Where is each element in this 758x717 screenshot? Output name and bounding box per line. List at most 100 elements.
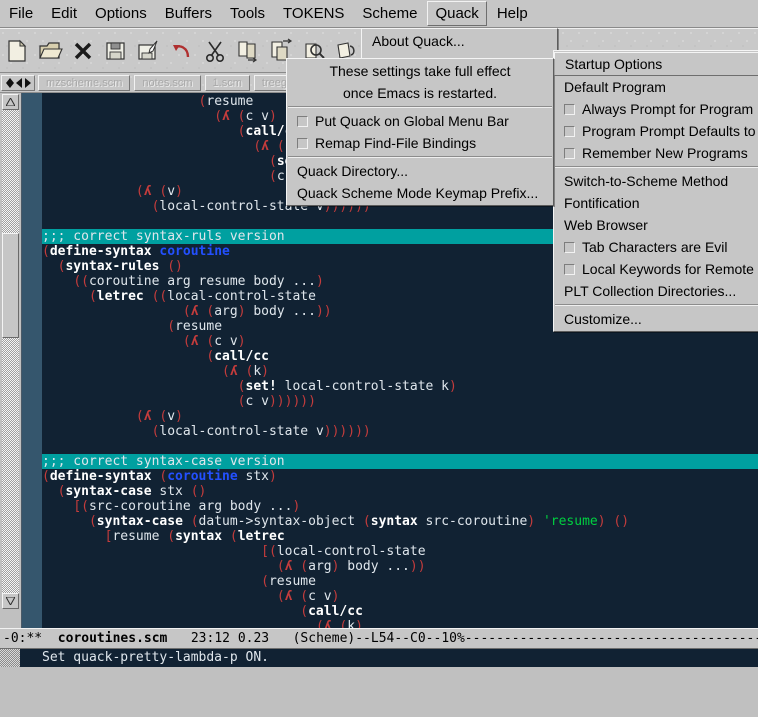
menu-item-label: Local Keywords for Remote N (582, 258, 758, 280)
tab-notes[interactable]: notes.scm (134, 75, 200, 91)
menu-item-label: Quack Scheme Mode Keymap Prefix... (297, 182, 538, 204)
menu-scheme[interactable]: Scheme (354, 1, 425, 26)
checkbox-icon[interactable] (564, 126, 575, 137)
menu-item-label: Default Program (564, 76, 666, 98)
menu-separator (555, 304, 758, 306)
code-line: [(local-control-state (42, 544, 758, 559)
menu-item-put-quack-on-global-menu-bar[interactable]: Put Quack on Global Menu Bar (287, 110, 553, 132)
menu-item-local-keywords-remote[interactable]: Local Keywords for Remote N (554, 258, 758, 280)
tab-drag-handle-icon (5, 78, 15, 88)
menu-item-always-prompt-for-program[interactable]: Always Prompt for Program (554, 98, 758, 120)
menu-file[interactable]: File (1, 1, 41, 26)
close-file-icon[interactable] (66, 32, 99, 70)
checkbox-icon[interactable] (564, 264, 575, 275)
save-icon[interactable] (99, 32, 132, 70)
new-file-icon[interactable] (0, 32, 33, 70)
settings-note-line-2: once Emacs is restarted. (287, 82, 553, 104)
menu-item-label: Always Prompt for Program (582, 98, 753, 120)
menu-item-fontification[interactable]: Fontification (554, 192, 758, 214)
code-line: (local-control-state v)))))) (42, 424, 758, 439)
menu-separator (555, 166, 758, 168)
menu-item-switch-to-scheme-method[interactable]: Switch-to-Scheme Method (554, 170, 758, 192)
settings-note-line-1: These settings take full effect (287, 60, 553, 82)
minibuffer-message: Set quack-pretty-lambda-p ON. (42, 649, 269, 666)
checkbox-icon[interactable] (564, 104, 575, 115)
menu-item-label: Customize... (564, 308, 642, 330)
modeline-mode-info: (Scheme)--L54--C0--10%------------------… (293, 631, 758, 646)
menu-item-plt-collection-directories[interactable]: PLT Collection Directories... (554, 280, 758, 302)
code-line: (call/cc (42, 349, 758, 364)
menu-item-quack-scheme-mode-keymap-prefix[interactable]: Quack Scheme Mode Keymap Prefix... (287, 182, 553, 204)
menu-item-web-browser[interactable]: Web Browser (554, 214, 758, 236)
menu-tokens[interactable]: TOKENS (275, 1, 352, 26)
vertical-scrollbar[interactable] (0, 93, 22, 628)
tab-nav-controls[interactable] (1, 75, 35, 91)
minibuffer[interactable]: Set quack-pretty-lambda-p ON. (0, 649, 758, 667)
menu-item-remap-find-file-bindings[interactable]: Remap Find-File Bindings (287, 132, 553, 154)
tab-next-arrow-icon (24, 78, 31, 88)
cut-icon[interactable] (198, 32, 231, 70)
checkbox-icon[interactable] (297, 116, 308, 127)
menu-item-startup-options[interactable]: Startup Options (554, 52, 758, 76)
code-line: [resume (syntax (letrec (42, 529, 758, 544)
code-line: (syntax-case (datum->syntax-object (synt… (42, 514, 758, 529)
quack-settings-submenu: These settings take full effect once Ema… (286, 58, 554, 206)
menu-options[interactable]: Options (87, 1, 155, 26)
menu-item-customize[interactable]: Customize... (554, 308, 758, 330)
menu-item-label: Web Browser (564, 214, 648, 236)
scrollbar-trough[interactable] (2, 109, 19, 609)
checkbox-icon[interactable] (297, 138, 308, 149)
modeline-buffer-name: coroutines.scm (58, 631, 168, 646)
tab-mzscheme[interactable]: mzscheme.scm (38, 75, 130, 91)
menu-item-program-prompt-defaults[interactable]: Program Prompt Defaults to L (554, 120, 758, 142)
menu-item-about-quack[interactable]: About Quack... (362, 30, 557, 52)
scrollbar-up-arrow[interactable] (2, 94, 19, 110)
tab-1scm[interactable]: 1.scm (205, 75, 250, 91)
menu-quack[interactable]: Quack (427, 1, 486, 26)
code-line: (set! local-control-state k) (42, 379, 758, 394)
code-line: (resume (42, 574, 758, 589)
code-line: (call/cc (42, 604, 758, 619)
code-line (42, 439, 758, 454)
checkbox-icon[interactable] (564, 148, 575, 159)
code-line: (c v)))))) (42, 394, 758, 409)
scrollbar-thumb[interactable] (2, 233, 19, 338)
menu-item-label: Tab Characters are Evil (582, 236, 728, 258)
code-line: (ʎ (k) (42, 364, 758, 379)
emacs-window: File Edit Options Buffers Tools TOKENS S… (0, 0, 758, 667)
left-fringe (22, 93, 42, 628)
menu-separator (288, 156, 552, 158)
menu-item-remember-new-programs[interactable]: Remember New Programs (554, 142, 758, 164)
note-text: These settings take full effect (329, 60, 510, 82)
menu-item-tab-characters-are-evil[interactable]: Tab Characters are Evil (554, 236, 758, 258)
menu-item-label: About Quack... (372, 30, 465, 52)
menu-item-label: Fontification (564, 192, 639, 214)
checkbox-icon[interactable] (564, 242, 575, 253)
menu-item-label: Quack Directory... (297, 160, 408, 182)
code-line: (ʎ (arg) body ...)) (42, 559, 758, 574)
menu-item-label: PLT Collection Directories... (564, 280, 736, 302)
code-line: ;;; correct syntax-case version (42, 454, 758, 469)
menu-item-quack-directory[interactable]: Quack Directory... (287, 160, 553, 182)
menu-tools[interactable]: Tools (222, 1, 273, 26)
menu-buffers[interactable]: Buffers (157, 1, 220, 26)
copy-icon[interactable] (231, 32, 264, 70)
undo-icon[interactable] (165, 32, 198, 70)
save-as-icon[interactable] (132, 32, 165, 70)
menu-bar: File Edit Options Buffers Tools TOKENS S… (0, 0, 758, 28)
menu-item-default-program[interactable]: Default Program (554, 76, 758, 98)
code-line: (ʎ (c v) (42, 334, 758, 349)
tab-prev-arrow-icon (16, 78, 23, 88)
menu-item-label: Switch-to-Scheme Method (564, 170, 728, 192)
modeline-prefix: -0:** (3, 631, 58, 646)
menu-item-label: Remap Find-File Bindings (315, 132, 476, 154)
open-folder-icon[interactable] (33, 32, 66, 70)
scrollbar-down-arrow[interactable] (2, 593, 19, 609)
menu-item-label: Remember New Programs (582, 142, 748, 164)
code-line: [(src-coroutine arg body ...) (42, 499, 758, 514)
note-text: once Emacs is restarted. (343, 82, 497, 104)
menu-help[interactable]: Help (489, 1, 536, 26)
mode-line: -0:** coroutines.scm 23:12 0.23 (Scheme)… (0, 628, 758, 649)
menu-separator (288, 106, 552, 108)
menu-edit[interactable]: Edit (43, 1, 85, 26)
